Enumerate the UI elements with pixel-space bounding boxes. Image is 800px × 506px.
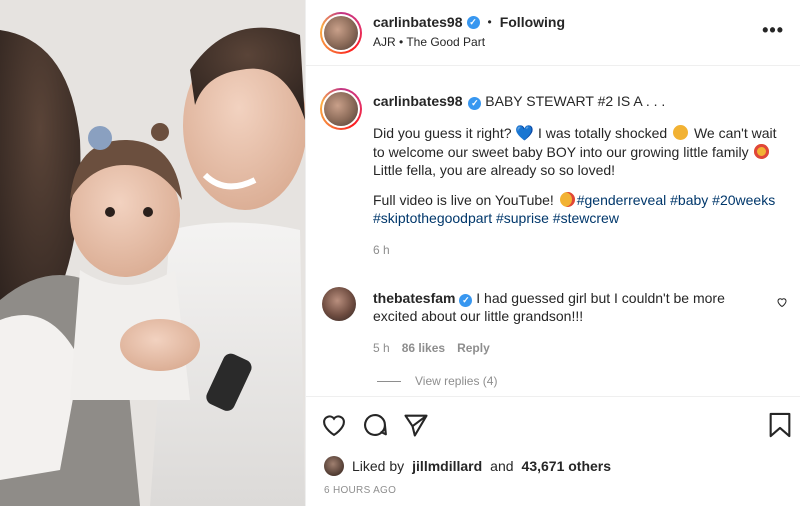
grinning-emoji-icon [673, 125, 689, 140]
caption-paragraph-2: Full video is live on YouTube! #genderre… [373, 191, 790, 227]
caption-text: I was totally shocked [538, 125, 668, 141]
comment-likes[interactable]: 86 likes [402, 341, 445, 355]
likes-count-link[interactable]: 43,671 others [522, 458, 612, 474]
post-header: carlinbates98 ✓ • Following AJR • The Go… [306, 0, 800, 66]
comment-meta: 5 h 86 likes Reply [373, 341, 790, 355]
liker-avatar[interactable] [324, 456, 344, 476]
caption-text: Full video is live on YouTube! [373, 192, 554, 208]
view-replies-label: View replies (4) [415, 374, 498, 388]
comment-like-heart-icon[interactable] [776, 296, 788, 311]
caption-avatar[interactable] [320, 88, 362, 130]
post-details-panel: carlinbates98 ✓ • Following AJR • The Go… [305, 0, 800, 506]
verified-badge-icon: ✓ [466, 15, 480, 29]
post-timestamp[interactable]: 6 HOURS AGO [324, 485, 396, 496]
author-username[interactable]: carlinbates98 [373, 14, 463, 30]
view-replies-toggle[interactable]: View replies (4) [377, 374, 497, 388]
hashtag-link[interactable]: #genderreveal [577, 192, 667, 208]
following-button[interactable]: Following [500, 14, 565, 30]
caption-username[interactable]: carlinbates98 [373, 93, 463, 109]
post-actions-bar: Liked by jillmdillard and 43,671 others … [306, 396, 800, 506]
hashtag-link[interactable]: #20weeks [712, 192, 775, 208]
comment-item: thebatesfam ✓ I had guessed girl but I c… [320, 285, 790, 355]
caption-headline: BABY STEWART #2 IS A . . . [485, 93, 666, 109]
comment-bubble-icon[interactable] [361, 411, 389, 439]
bookmark-icon[interactable] [766, 411, 794, 439]
hashtag-link[interactable]: #skiptothegoodpart [373, 210, 492, 226]
post-photo-illustration [0, 0, 305, 506]
replies-divider-line [377, 380, 401, 382]
kiss-emoji-icon [559, 192, 575, 207]
blue-heart-emoji-icon: 💙 [515, 125, 535, 142]
reply-button[interactable]: Reply [457, 341, 490, 355]
heart-outline-icon[interactable] [320, 411, 348, 439]
comment-timestamp[interactable]: 5 h [373, 341, 390, 355]
hashtag-link[interactable]: #suprise [496, 210, 549, 226]
more-options-icon[interactable]: ••• [762, 20, 784, 41]
caption-paragraph-1: Did you guess it right? 💙 I was totally … [373, 124, 790, 179]
heart-eyes-emoji-icon [754, 144, 770, 159]
separator-dot: • [487, 15, 492, 29]
liked-by-prefix: Liked by [352, 458, 405, 474]
audio-label[interactable]: AJR • The Good Part [373, 35, 485, 49]
author-avatar[interactable] [320, 12, 362, 54]
hashtag-link[interactable]: #stewcrew [553, 210, 619, 226]
post-photo[interactable] [0, 0, 305, 506]
commenter-username[interactable]: thebatesfam [373, 290, 455, 306]
commenter-avatar[interactable] [322, 287, 356, 321]
instagram-post-view: carlinbates98 ✓ • Following AJR • The Go… [0, 0, 800, 506]
paper-plane-icon[interactable] [402, 411, 430, 439]
caption-text: Little fella, you are already so so love… [373, 162, 616, 178]
liked-by-user-link[interactable]: jillmdillard [412, 458, 482, 474]
verified-badge-icon: ✓ [468, 97, 482, 110]
hashtag-link[interactable]: #baby [670, 192, 708, 208]
caption-timestamp[interactable]: 6 h [373, 241, 790, 259]
liked-by-and: and [490, 458, 514, 474]
likes-summary: Liked by jillmdillard and 43,671 others [324, 456, 611, 476]
caption-text: Did you guess it right? [373, 125, 512, 141]
verified-badge-icon: ✓ [459, 294, 473, 307]
post-caption: carlinbates98 ✓ BABY STEWART #2 IS A . .… [320, 88, 790, 259]
